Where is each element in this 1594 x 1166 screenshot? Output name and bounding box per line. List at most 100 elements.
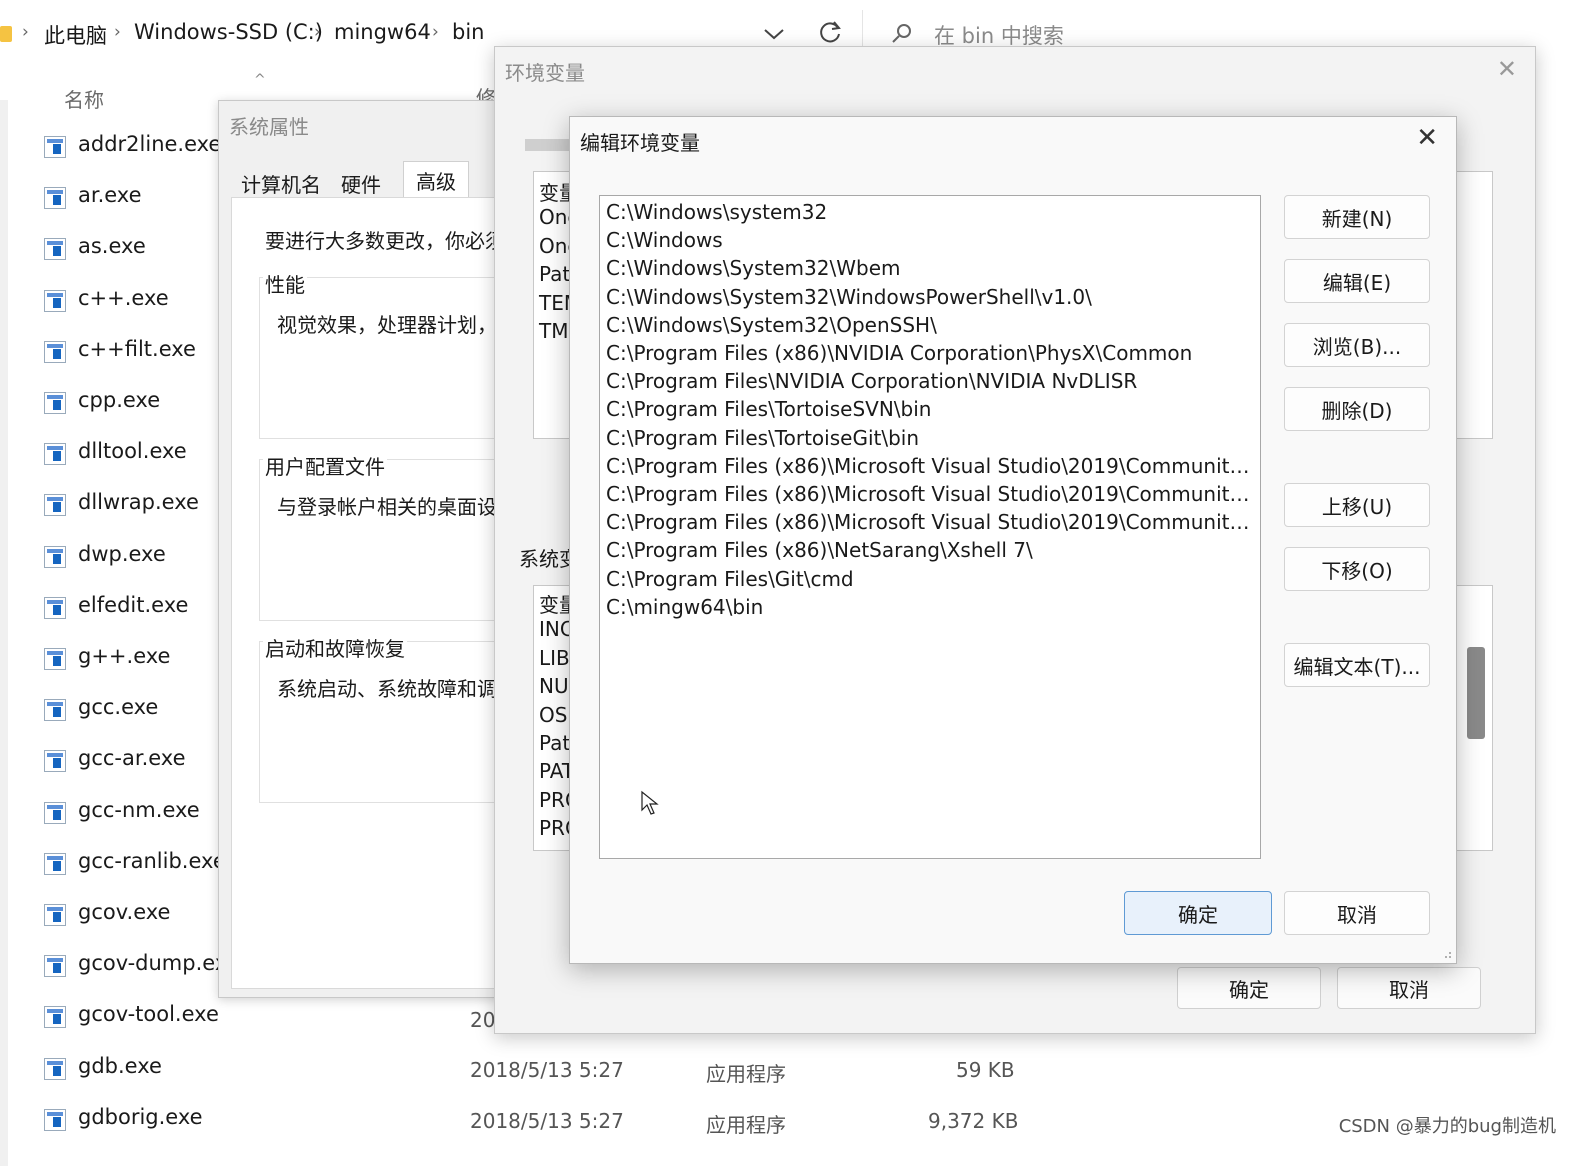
executable-icon [44, 187, 66, 210]
scrollbar-thumb[interactable] [1467, 647, 1485, 739]
user-variable-row[interactable]: Pat [539, 262, 570, 286]
folder-icon [0, 26, 12, 42]
file-name: gdborig.exe [78, 1104, 203, 1129]
delete-button[interactable]: 删除(D) [1284, 387, 1430, 431]
tab-advanced[interactable]: 高级 [403, 161, 469, 199]
move-down-button[interactable]: 下移(O) [1284, 547, 1430, 591]
cancel-button[interactable]: 取消 [1284, 891, 1430, 935]
resize-grip-icon[interactable] [1440, 947, 1452, 959]
file-name: elfedit.exe [78, 592, 189, 617]
path-entry[interactable]: C:\Program Files (x86)\NetSarang\Xshell … [606, 538, 1256, 562]
file-date: 2018/5/13 5:27 [470, 1058, 624, 1082]
dialog-title: 系统属性 [229, 115, 309, 139]
path-entry[interactable]: C:\Program Files (x86)\Microsoft Visual … [606, 454, 1256, 478]
file-size: 9,372 KB [928, 1109, 1019, 1133]
executable-icon [44, 904, 66, 926]
system-variable-row[interactable]: LIB [539, 646, 570, 670]
new-button[interactable]: 新建(N) [1284, 195, 1430, 239]
system-variable-row[interactable]: NU [539, 674, 569, 698]
breadcrumb-mingw64[interactable]: mingw64 [334, 20, 431, 44]
dialog-title: 编辑环境变量 [580, 131, 700, 155]
breadcrumb-bin[interactable]: bin [452, 20, 484, 44]
path-entry[interactable]: C:\Program Files (x86)\Microsoft Visual … [606, 482, 1256, 506]
executable-icon [44, 852, 66, 875]
column-header-name[interactable]: 名称 [64, 84, 104, 113]
file-name: dlltool.exe [78, 439, 187, 464]
executable-icon [44, 289, 66, 312]
file-name: gcc.exe [78, 695, 159, 720]
system-variable-row[interactable]: OS [539, 703, 567, 727]
file-date: 2018/5/13 5:27 [470, 1109, 624, 1133]
chevron-down-icon[interactable] [762, 24, 786, 44]
dialog-title: 环境变量 [505, 61, 585, 85]
edit-text-button[interactable]: 编辑文本(T)... [1284, 643, 1430, 687]
navigation-pane-edge [0, 100, 8, 1166]
file-size: 59 KB [956, 1058, 1015, 1082]
path-entry[interactable]: C:\Windows\System32\WindowsPowerShell\v1… [606, 285, 1256, 309]
path-entry[interactable]: C:\mingw64\bin [606, 595, 1256, 619]
path-entry[interactable]: C:\Program Files\Git\cmd [606, 567, 1256, 591]
user-profile-desc: 与登录帐户相关的桌面设 [277, 495, 497, 519]
executable-icon [44, 136, 66, 158]
breadcrumb-separator: › [22, 22, 29, 42]
browse-button[interactable]: 浏览(B)... [1284, 323, 1430, 367]
executable-icon [44, 1057, 66, 1080]
executable-icon [44, 648, 66, 670]
path-entry[interactable]: C:\Program Files\NVIDIA Corporation\NVID… [606, 369, 1256, 393]
startup-group [259, 641, 519, 803]
executable-icon [44, 1108, 66, 1131]
path-entry[interactable]: C:\Program Files\TortoiseGit\bin [606, 426, 1256, 450]
file-name: gcc-ar.exe [78, 746, 186, 771]
executable-icon [44, 238, 66, 261]
executable-icon [44, 545, 66, 568]
file-name: c++.exe [78, 285, 169, 310]
startup-title: 启动和故障恢复 [263, 633, 407, 662]
move-up-button[interactable]: 上移(U) [1284, 483, 1430, 527]
refresh-icon[interactable] [816, 18, 844, 46]
file-name: ar.exe [78, 183, 142, 208]
path-entry[interactable]: C:\Windows\System32\Wbem [606, 256, 1256, 280]
edit-button[interactable]: 编辑(E) [1284, 259, 1430, 303]
sort-arrow-icon: ^ [254, 72, 266, 88]
file-date-partial: 20 [470, 1008, 496, 1032]
user-profile-title: 用户配置文件 [263, 451, 387, 480]
user-profile-group [259, 459, 519, 621]
startup-desc: 系统启动、系统故障和调 [277, 677, 497, 701]
path-list[interactable]: C:\Windows\system32 C:\Windows C:\Windows\… [599, 195, 1261, 859]
file-name: g++.exe [78, 644, 171, 668]
search-icon [892, 24, 911, 43]
close-icon[interactable]: ✕ [1497, 55, 1517, 83]
breadcrumb-this-pc[interactable]: 此电脑 [44, 20, 107, 50]
file-name: gcov-tool.exe [78, 1002, 219, 1027]
path-entry[interactable]: C:\Windows\system32 [606, 200, 1256, 224]
file-name: gcc-nm.exe [78, 797, 200, 822]
file-name: dllwrap.exe [78, 490, 199, 515]
executable-icon [44, 392, 66, 414]
executable-icon [44, 494, 66, 517]
system-properties-dialog: 系统属性 计算机名 硬件 高级 要进行大多数更改，你必须 性能 视觉效果，处理器… [218, 100, 520, 998]
edit-environment-variable-dialog: 编辑环境变量 ✕ C:\Windows\system32 C:\Windows C:… [569, 116, 1457, 964]
close-icon[interactable]: ✕ [1416, 123, 1438, 153]
breadcrumb-drive[interactable]: Windows-SSD (C:) [134, 20, 323, 44]
file-type: 应用程序 [706, 1113, 786, 1137]
file-name: addr2line.exe [78, 132, 222, 156]
file-name: gcc-ranlib.exe [78, 848, 226, 873]
path-entry[interactable]: C:\Program Files (x86)\NVIDIA Corporatio… [606, 341, 1256, 365]
admin-notice: 要进行大多数更改，你必须 [265, 229, 505, 253]
cancel-button[interactable]: 取消 [1337, 967, 1481, 1009]
ok-button[interactable]: 确定 [1177, 967, 1321, 1009]
file-name: dwp.exe [78, 541, 166, 566]
ok-button[interactable]: 确定 [1124, 891, 1272, 935]
performance-title: 性能 [263, 269, 307, 298]
system-variable-row[interactable]: Pat [539, 731, 570, 755]
performance-desc: 视觉效果，处理器计划， [277, 313, 497, 337]
path-entry[interactable]: C:\Windows\System32\OpenSSH\ [606, 313, 1256, 337]
path-entry[interactable]: C:\Program Files\TortoiseSVN\bin [606, 397, 1256, 421]
path-entry[interactable]: C:\Windows [606, 228, 1256, 252]
redacted-label [525, 139, 569, 151]
file-name: gcov-dump.exe [78, 951, 240, 976]
tab-computer-name[interactable]: 计算机名 [241, 169, 321, 198]
tab-hardware[interactable]: 硬件 [341, 169, 381, 198]
breadcrumb-separator: › [114, 22, 121, 42]
path-entry[interactable]: C:\Program Files (x86)\Microsoft Visual … [606, 510, 1256, 534]
